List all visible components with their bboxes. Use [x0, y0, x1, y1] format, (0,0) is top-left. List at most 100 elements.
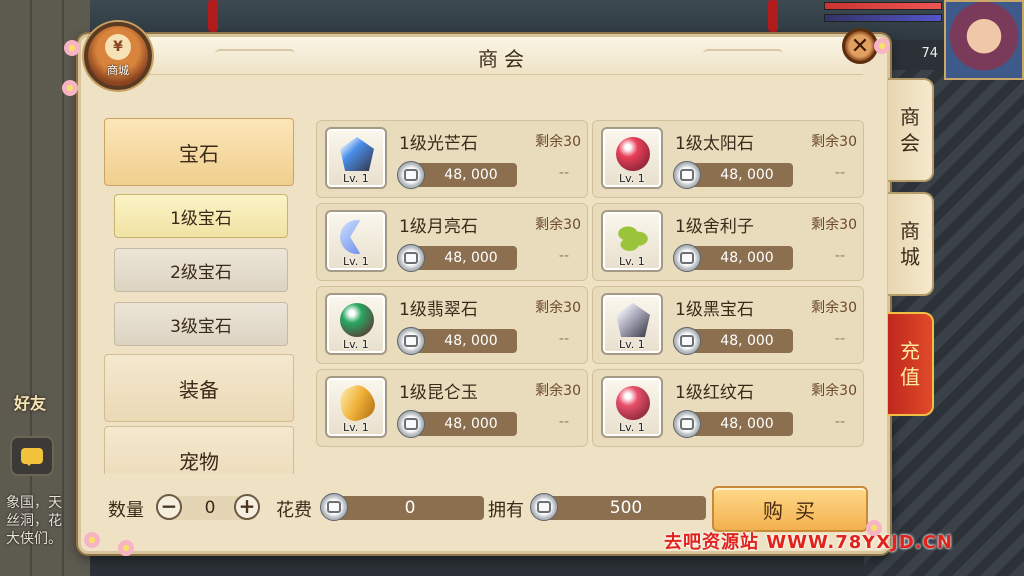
item-remaining-stock: 剩余30	[535, 217, 581, 233]
buy-button[interactable]: 购买	[712, 486, 868, 532]
item-name: 1级黑宝石	[675, 300, 754, 320]
gem-icon[interactable]: Lv. 1	[325, 293, 387, 355]
item-price: 48, 000	[411, 329, 517, 353]
friend-label[interactable]: 好友	[14, 390, 46, 414]
silver-coin-icon	[320, 493, 348, 521]
tab-mall[interactable]: 商 城	[888, 192, 934, 296]
player-status-bars	[824, 2, 942, 32]
gem-icon[interactable]: Lv. 1	[601, 293, 663, 355]
item-price: 48, 000	[411, 246, 517, 270]
item-extra: --	[558, 414, 569, 430]
gem-image	[340, 137, 374, 171]
category-gems[interactable]: 宝石	[104, 118, 294, 186]
item-remaining-stock: 剩余30	[535, 300, 581, 316]
item-level: Lv. 1	[619, 172, 645, 185]
item-remaining-stock: 剩余30	[811, 383, 857, 399]
item-name: 1级月亮石	[399, 217, 478, 237]
item-level: Lv. 1	[343, 172, 369, 185]
flower-ornament-icon	[866, 520, 882, 536]
tab-recharge[interactable]: 充 值	[888, 312, 934, 416]
shop-badge-label: 商城	[107, 64, 129, 77]
item-price: 48, 000	[687, 246, 793, 270]
item-remaining-stock: 剩余30	[811, 300, 857, 316]
category-pets[interactable]: 宠物	[104, 426, 294, 474]
owned-value: 500	[609, 498, 643, 518]
item-level: Lv. 1	[619, 255, 645, 268]
silver-coin-icon	[673, 244, 701, 272]
item-name: 1级太阳石	[675, 134, 754, 154]
shop-item-card[interactable]: Lv. 1 1级昆仑玉 剩余30 48, 000 --	[316, 369, 588, 447]
subcategory-level1-gems[interactable]: 1级宝石	[114, 194, 288, 238]
tab-label: 商 会	[900, 105, 920, 155]
shop-badge: ¥ 商城	[84, 22, 152, 90]
gem-icon[interactable]: Lv. 1	[325, 210, 387, 272]
owned-field: 500	[546, 496, 706, 520]
item-name: 1级翡翠石	[399, 300, 478, 320]
silver-coin-icon	[673, 327, 701, 355]
chat-bubble-icon	[21, 448, 43, 466]
silver-coin-icon	[530, 493, 558, 521]
player-avatar[interactable]	[944, 0, 1024, 80]
item-level: Lv. 1	[343, 421, 369, 434]
category-equipment[interactable]: 装备	[104, 354, 294, 422]
cost-value: 0	[404, 498, 416, 518]
watermark: 去吧资源站 WWW.78YXJD.CN	[664, 532, 953, 553]
item-price: 48, 000	[411, 163, 517, 187]
item-level: Lv. 1	[343, 255, 369, 268]
item-price: 48, 000	[687, 329, 793, 353]
flower-ornament-icon	[118, 540, 134, 556]
item-level: Lv. 1	[619, 338, 645, 351]
flower-ornament-icon	[64, 40, 80, 56]
category-list: 宝石 1级宝石 2级宝石 3级宝石 装备 宠物	[104, 118, 296, 474]
shop-item-card[interactable]: Lv. 1 1级黑宝石 剩余30 48, 000 --	[592, 286, 864, 364]
tab-chamber-of-commerce[interactable]: 商 会	[888, 78, 934, 182]
gem-icon[interactable]: Lv. 1	[601, 127, 663, 189]
item-remaining-stock: 剩余30	[535, 383, 581, 399]
item-extra: --	[834, 165, 845, 181]
gem-image	[616, 303, 650, 337]
item-name: 1级红纹石	[675, 383, 754, 403]
tab-label: 商 城	[900, 219, 920, 269]
shop-item-card[interactable]: Lv. 1 1级月亮石 剩余30 48, 000 --	[316, 203, 588, 281]
item-level: Lv. 1	[619, 421, 645, 434]
item-remaining-stock: 剩余30	[535, 134, 581, 150]
panel-titlebar: 商会	[145, 37, 863, 75]
gem-image	[616, 386, 650, 420]
subcategory-level2-gems[interactable]: 2级宝石	[114, 248, 288, 292]
silver-coin-icon	[673, 161, 701, 189]
gem-icon[interactable]: Lv. 1	[601, 376, 663, 438]
item-extra: --	[558, 331, 569, 347]
item-extra: --	[834, 248, 845, 264]
item-extra: --	[834, 414, 845, 430]
gem-icon[interactable]: Lv. 1	[325, 127, 387, 189]
tab-label: 充 值	[900, 339, 920, 389]
flower-ornament-icon	[84, 532, 100, 548]
shop-item-card[interactable]: Lv. 1 1级光芒石 剩余30 48, 000 --	[316, 120, 588, 198]
close-button[interactable]: ✕	[842, 28, 878, 64]
item-name: 1级光芒石	[399, 134, 478, 154]
silver-coin-icon	[673, 410, 701, 438]
quantity-label: 数量	[108, 500, 144, 521]
quantity-minus-button[interactable]: −	[156, 494, 182, 520]
silver-coin-icon	[397, 327, 425, 355]
gem-image	[616, 137, 650, 171]
gem-icon[interactable]: Lv. 1	[325, 376, 387, 438]
cost-label: 花费	[276, 500, 312, 521]
item-name: 1级昆仑玉	[399, 383, 478, 403]
gem-icon[interactable]: Lv. 1	[601, 210, 663, 272]
silver-coin-icon	[397, 161, 425, 189]
subcategory-level3-gems[interactable]: 3级宝石	[114, 302, 288, 346]
red-rope-left	[208, 0, 218, 32]
shop-item-card[interactable]: Lv. 1 1级翡翠石 剩余30 48, 000 --	[316, 286, 588, 364]
shop-item-card[interactable]: Lv. 1 1级太阳石 剩余30 48, 000 --	[592, 120, 864, 198]
shop-item-card[interactable]: Lv. 1 1级舍利子 剩余30 48, 000 --	[592, 203, 864, 281]
silver-coin-icon	[397, 410, 425, 438]
gem-image	[340, 303, 374, 337]
cost-field: 0	[336, 496, 484, 520]
owned-label: 拥有	[488, 500, 524, 521]
chat-button[interactable]	[10, 436, 54, 476]
shop-item-card[interactable]: Lv. 1 1级红纹石 剩余30 48, 000 --	[592, 369, 864, 447]
quantity-plus-button[interactable]: +	[234, 494, 260, 520]
item-extra: --	[834, 331, 845, 347]
item-price: 48, 000	[687, 412, 793, 436]
